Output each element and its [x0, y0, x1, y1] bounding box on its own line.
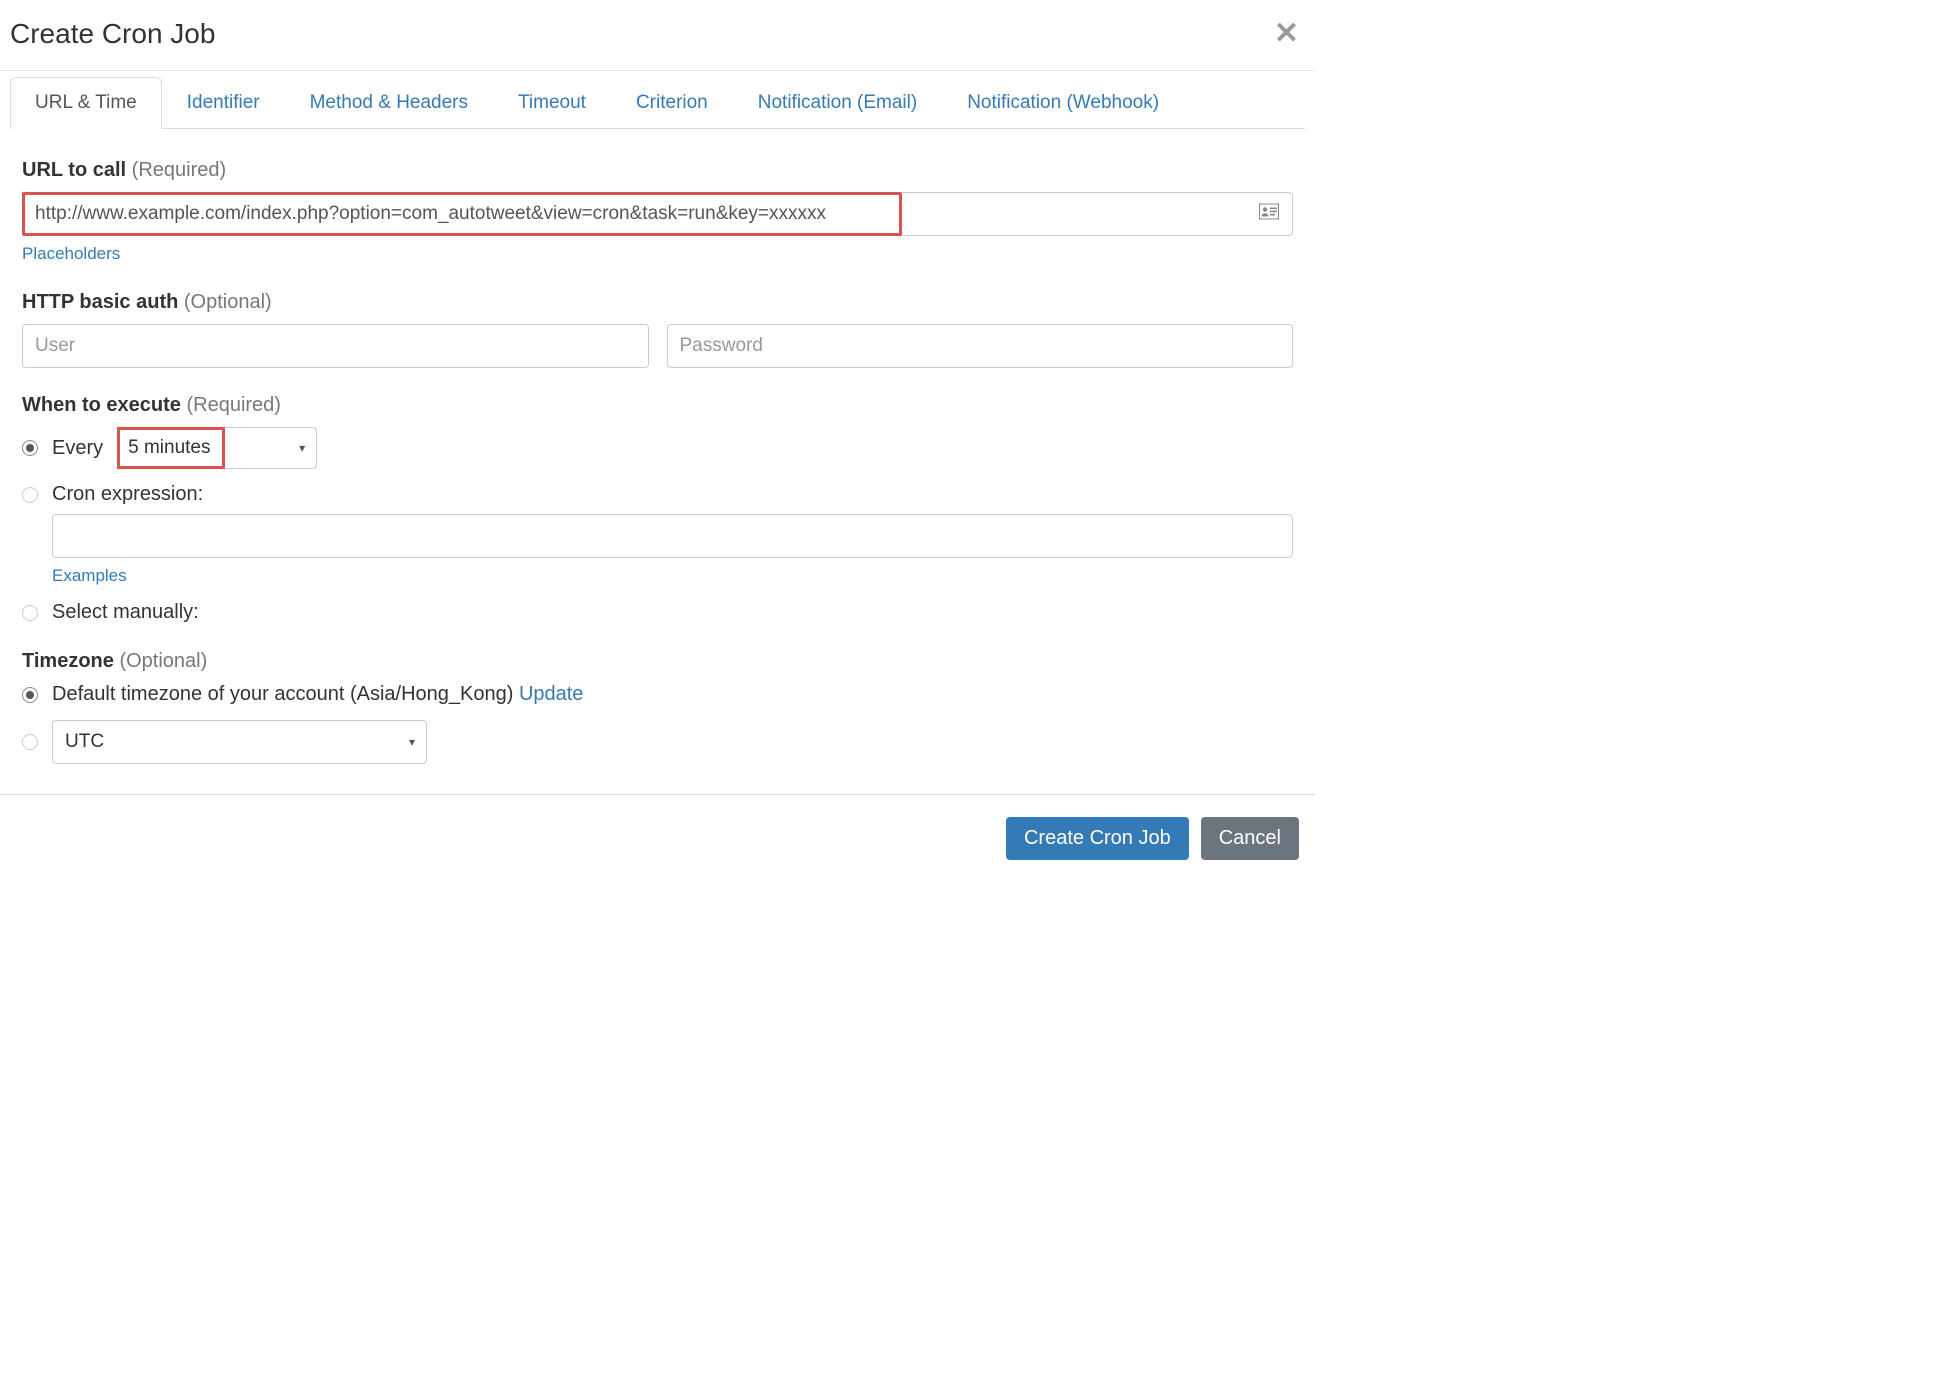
manual-radio[interactable]: [22, 605, 38, 621]
cron-expression-input[interactable]: [52, 514, 1293, 558]
modal-body: URL to call (Required) Placeholders HTTP…: [0, 129, 1315, 794]
default-tz-label: Default timezone of your account (Asia/H…: [52, 683, 583, 706]
tabs: URL & Time Identifier Method & Headers T…: [10, 71, 1305, 129]
execute-required-text: (Required): [186, 394, 280, 416]
cron-row: Cron expression: Examples: [22, 483, 1293, 587]
url-required-text: (Required): [132, 159, 226, 181]
cron-label: Cron expression:: [52, 483, 1293, 506]
modal-title: Create Cron Job: [10, 18, 215, 50]
custom-tz-row: UTC ▾: [22, 720, 1293, 764]
every-label: Every: [52, 437, 103, 460]
close-icon[interactable]: ✕: [1274, 19, 1299, 49]
auth-optional-text: (Optional): [184, 291, 272, 313]
tab-timeout[interactable]: Timeout: [493, 77, 611, 129]
timezone-label: Timezone (Optional): [22, 650, 1293, 673]
tab-notification-webhook[interactable]: Notification (Webhook): [942, 77, 1184, 129]
custom-tz-radio[interactable]: [22, 734, 38, 750]
examples-link[interactable]: Examples: [52, 566, 127, 586]
execute-label: When to execute (Required): [22, 394, 1293, 417]
timezone-select[interactable]: UTC: [52, 720, 427, 764]
modal-header: Create Cron Job ✕: [0, 0, 1315, 71]
placeholders-link[interactable]: Placeholders: [22, 244, 120, 264]
cron-radio[interactable]: [22, 487, 38, 503]
create-cron-job-modal: Create Cron Job ✕ URL & Time Identifier …: [0, 0, 1315, 870]
auth-label-text: HTTP basic auth: [22, 291, 178, 313]
auth-password-input[interactable]: [667, 324, 1294, 368]
timezone-label-text: Timezone: [22, 650, 114, 672]
tab-criterion[interactable]: Criterion: [611, 77, 733, 129]
url-input[interactable]: [22, 192, 1293, 236]
tab-identifier[interactable]: Identifier: [162, 77, 285, 129]
auth-row: [22, 324, 1293, 368]
interval-select[interactable]: 5 minutes: [117, 427, 317, 469]
execute-label-text: When to execute: [22, 394, 181, 416]
auth-label: HTTP basic auth (Optional): [22, 291, 1293, 314]
manual-row: Select manually:: [22, 601, 1293, 624]
url-label: URL to call (Required): [22, 159, 1293, 182]
interval-value: 5 minutes: [128, 437, 210, 459]
default-tz-row: Default timezone of your account (Asia/H…: [22, 683, 1293, 706]
create-cron-job-button[interactable]: Create Cron Job: [1006, 817, 1189, 860]
cron-body: Cron expression: Examples: [52, 483, 1293, 587]
timezone-optional-text: (Optional): [119, 650, 207, 672]
tz-select-wrap: UTC ▾: [52, 720, 427, 764]
execute-group: When to execute (Required) Every 5 minut…: [22, 394, 1293, 624]
every-radio[interactable]: [22, 440, 38, 456]
update-timezone-link[interactable]: Update: [519, 683, 584, 705]
auth-group: HTTP basic auth (Optional): [22, 291, 1293, 368]
modal-footer: Create Cron Job Cancel: [0, 794, 1315, 870]
tab-method-headers[interactable]: Method & Headers: [285, 77, 493, 129]
interval-select-wrap: 5 minutes ▾: [117, 427, 317, 469]
default-tz-prefix: Default timezone of your account (: [52, 683, 357, 705]
timezone-select-value: UTC: [65, 731, 104, 753]
tab-url-time[interactable]: URL & Time: [10, 77, 162, 129]
timezone-group: Timezone (Optional) Default timezone of …: [22, 650, 1293, 764]
default-tz-suffix: ): [507, 683, 519, 705]
contact-card-icon[interactable]: [1259, 203, 1279, 226]
tab-notification-email[interactable]: Notification (Email): [733, 77, 942, 129]
manual-label: Select manually:: [52, 601, 199, 624]
default-tz-radio[interactable]: [22, 687, 38, 703]
url-input-row: [22, 192, 1293, 236]
url-group: URL to call (Required) Placeholders: [22, 159, 1293, 265]
cancel-button[interactable]: Cancel: [1201, 817, 1299, 860]
url-label-text: URL to call: [22, 159, 126, 181]
default-tz-value: Asia/Hong_Kong: [357, 683, 507, 705]
auth-user-input[interactable]: [22, 324, 649, 368]
every-row: Every 5 minutes ▾: [22, 427, 1293, 469]
